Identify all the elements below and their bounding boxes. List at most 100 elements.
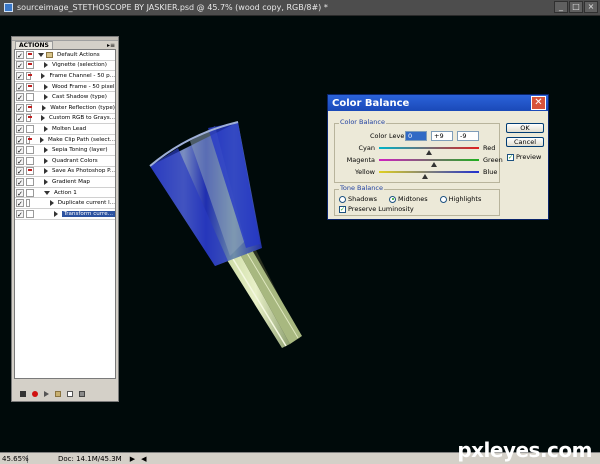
tone-radio-option[interactable]: Highlights bbox=[439, 195, 481, 203]
expand-right-icon[interactable] bbox=[44, 125, 48, 132]
tone-radio-option[interactable]: Shadows bbox=[339, 195, 377, 203]
slider-thumb[interactable] bbox=[430, 162, 437, 167]
tone-radio-option[interactable]: Midtones bbox=[389, 195, 428, 203]
minimize-button[interactable]: _ bbox=[554, 1, 568, 13]
action-row[interactable]: ✓ Water Reflection (type) bbox=[15, 103, 115, 114]
scroll-left-icon[interactable]: ◀ bbox=[141, 455, 146, 463]
action-row[interactable]: ✓ Make Clip Path (select... bbox=[15, 135, 115, 146]
toggle-item-checkbox[interactable]: ✓ bbox=[16, 93, 24, 102]
ok-button[interactable]: OK bbox=[506, 123, 544, 133]
expand-right-icon[interactable] bbox=[44, 178, 48, 185]
zoom-level[interactable]: 45.65% bbox=[0, 454, 29, 463]
preserve-luminosity-row[interactable]: ✓ Preserve Luminosity bbox=[339, 205, 414, 213]
dialog-titlebar[interactable]: Color Balance bbox=[328, 95, 548, 111]
level-yellow-blue-field[interactable]: -9 bbox=[457, 131, 479, 141]
toggle-dialog-icon[interactable] bbox=[25, 114, 32, 123]
action-row[interactable]: ✓ Sepia Toning (layer) bbox=[15, 145, 115, 156]
action-row[interactable]: ✓ Frame Channel - 50 p... bbox=[15, 71, 115, 82]
toggle-item-checkbox[interactable]: ✓ bbox=[16, 50, 24, 60]
maximize-button[interactable]: □ bbox=[569, 1, 583, 13]
action-row[interactable]: ✓ Cast Shadow (type) bbox=[15, 92, 115, 103]
slider-track[interactable] bbox=[379, 159, 479, 161]
toggle-dialog-icon[interactable] bbox=[26, 188, 34, 197]
action-row[interactable]: ✓ Gradient Map bbox=[15, 177, 115, 188]
stop-icon[interactable] bbox=[20, 391, 26, 397]
dialog-close-button[interactable]: ✕ bbox=[531, 96, 546, 110]
play-icon[interactable] bbox=[44, 391, 49, 397]
slider-track[interactable] bbox=[379, 171, 479, 173]
expand-right-icon[interactable] bbox=[44, 157, 48, 164]
new-action-icon[interactable] bbox=[67, 391, 73, 397]
toggle-dialog-icon[interactable] bbox=[26, 82, 34, 91]
toggle-dialog-icon[interactable] bbox=[25, 199, 30, 208]
expand-right-icon[interactable] bbox=[49, 200, 54, 207]
toggle-dialog-icon[interactable] bbox=[26, 156, 34, 165]
radio-button[interactable] bbox=[389, 195, 397, 203]
toggle-item-checkbox[interactable]: ✓ bbox=[16, 146, 24, 155]
toggle-item-checkbox[interactable]: ✓ bbox=[16, 114, 24, 123]
expand-right-icon[interactable] bbox=[44, 147, 48, 154]
toggle-dialog-icon[interactable] bbox=[25, 135, 32, 144]
toggle-item-checkbox[interactable]: ✓ bbox=[16, 188, 24, 198]
toggle-dialog-icon[interactable] bbox=[25, 103, 33, 112]
toggle-item-checkbox[interactable]: ✓ bbox=[16, 103, 24, 113]
record-icon[interactable] bbox=[32, 391, 38, 397]
action-row[interactable]: ✓ Transform curre... bbox=[15, 209, 115, 220]
toggle-dialog-icon[interactable] bbox=[26, 50, 34, 59]
expand-right-icon[interactable] bbox=[44, 94, 48, 101]
level-magenta-green-field[interactable]: +9 bbox=[431, 131, 453, 141]
toggle-item-checkbox[interactable]: ✓ bbox=[16, 209, 24, 219]
action-row[interactable]: ✓ Action 1 bbox=[15, 188, 115, 199]
slider-thumb[interactable] bbox=[426, 150, 432, 155]
expand-right-icon[interactable] bbox=[42, 104, 47, 111]
action-row[interactable]: ✓ Wood Frame - 50 pixel bbox=[15, 82, 115, 93]
slider-thumb[interactable] bbox=[421, 174, 428, 179]
toggle-item-checkbox[interactable]: ✓ bbox=[16, 124, 24, 134]
toggle-dialog-icon[interactable] bbox=[26, 124, 34, 133]
panel-menu-icon[interactable]: ▸≡ bbox=[107, 42, 115, 49]
expand-right-icon[interactable] bbox=[44, 83, 48, 90]
toggle-dialog-icon[interactable] bbox=[25, 71, 32, 80]
toggle-item-checkbox[interactable]: ✓ bbox=[16, 177, 24, 187]
toggle-dialog-icon[interactable] bbox=[26, 177, 34, 186]
action-row[interactable]: ✓ Custom RGB to Grays... bbox=[15, 114, 115, 125]
toggle-item-checkbox[interactable]: ✓ bbox=[16, 167, 24, 176]
expand-right-icon[interactable] bbox=[41, 72, 46, 79]
action-row[interactable]: ✓ Save As Photoshop P... bbox=[15, 167, 115, 178]
action-row[interactable]: ✓ Quadrant Colors bbox=[15, 156, 115, 167]
status-menu-arrow-icon[interactable]: ▶ bbox=[130, 455, 135, 463]
expand-down-icon[interactable] bbox=[44, 190, 50, 195]
expand-down-icon[interactable] bbox=[38, 52, 44, 57]
toggle-dialog-icon[interactable] bbox=[26, 61, 34, 70]
toggle-item-checkbox[interactable]: ✓ bbox=[16, 199, 24, 208]
delete-icon[interactable] bbox=[79, 391, 85, 397]
toggle-item-checkbox[interactable]: ✓ bbox=[16, 82, 24, 92]
preview-checkbox[interactable]: ✓ bbox=[507, 153, 514, 161]
toggle-dialog-icon[interactable] bbox=[26, 93, 34, 102]
preserve-luminosity-checkbox[interactable]: ✓ bbox=[339, 205, 346, 213]
radio-button[interactable] bbox=[339, 195, 346, 203]
expand-right-icon[interactable] bbox=[39, 136, 44, 143]
slider-track[interactable] bbox=[379, 147, 479, 149]
toggle-item-checkbox[interactable]: ✓ bbox=[16, 71, 24, 81]
level-cyan-red-field[interactable]: 0 bbox=[405, 131, 427, 141]
expand-right-icon[interactable] bbox=[53, 210, 58, 217]
action-row[interactable]: ✓ Default Actions bbox=[15, 50, 115, 61]
close-window-button[interactable]: × bbox=[584, 1, 598, 13]
expand-right-icon[interactable] bbox=[43, 168, 48, 175]
toggle-item-checkbox[interactable]: ✓ bbox=[16, 61, 24, 70]
expand-right-icon[interactable] bbox=[44, 62, 48, 69]
tab-actions[interactable]: ACTIONS bbox=[15, 41, 53, 49]
toggle-dialog-icon[interactable] bbox=[26, 146, 34, 155]
toggle-item-checkbox[interactable]: ✓ bbox=[16, 156, 24, 166]
action-row[interactable]: ✓ Vignette (selection) bbox=[15, 61, 115, 72]
action-row[interactable]: ✓ Molten Lead bbox=[15, 124, 115, 135]
preview-row[interactable]: ✓ Preview bbox=[507, 153, 541, 161]
toggle-dialog-icon[interactable] bbox=[25, 209, 34, 218]
action-row[interactable]: ✓ Duplicate current l... bbox=[15, 198, 115, 209]
new-set-icon[interactable] bbox=[55, 391, 61, 397]
toggle-item-checkbox[interactable]: ✓ bbox=[16, 135, 24, 145]
toggle-dialog-icon[interactable] bbox=[25, 167, 34, 176]
radio-button[interactable] bbox=[439, 195, 447, 203]
expand-right-icon[interactable] bbox=[40, 115, 45, 122]
